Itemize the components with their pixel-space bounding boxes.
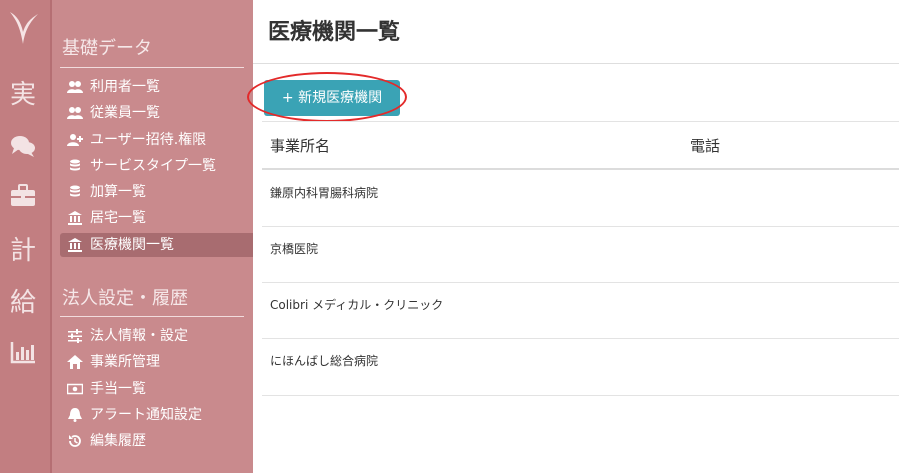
sliders-icon (68, 329, 82, 343)
user-plus-icon (67, 134, 83, 146)
sidebar-item-label: 手当一覧 (90, 381, 146, 397)
bar-chart-icon[interactable] (10, 340, 36, 364)
sidebar-item-kyotaku[interactable]: 居宅一覧 (60, 206, 253, 230)
table-header-border (262, 168, 899, 170)
sidebar-item-label: 加算一覧 (90, 184, 146, 200)
sidebar-item-label: 法人情報・設定 (90, 328, 188, 344)
sidebar-item-label: 事業所管理 (90, 354, 160, 370)
cell-office-name[interactable]: 鎌原内科胃腸科病院 (270, 184, 378, 201)
sidebar-item-user-invite[interactable]: ユーザー招待.権限 (60, 128, 253, 152)
row-divider (262, 395, 899, 396)
sidebar-item-label: 編集履歴 (90, 433, 146, 449)
sidebar-item-medical-institutions[interactable]: 医療機関一覧 (60, 233, 253, 257)
sidebar-item-label: 医療機関一覧 (90, 237, 174, 253)
users-icon (67, 81, 83, 93)
sidebar-item-label: アラート通知設定 (90, 407, 202, 423)
sidebar-item-label: 利用者一覧 (90, 79, 160, 95)
row-divider (262, 282, 899, 283)
section-title-corporate-settings: 法人設定・履歴 (62, 288, 188, 309)
cell-office-name[interactable]: Colibri メディカル・クリニック (270, 296, 443, 313)
logo-icon[interactable] (8, 10, 40, 46)
column-header-phone[interactable]: 電話 (690, 135, 720, 156)
sidebar-item-users[interactable]: 利用者一覧 (60, 75, 253, 99)
section-divider (60, 316, 244, 317)
sidebar: 基礎データ 利用者一覧 従業員一覧 ユーザー招待.権限 サービスタイプ一覧 加算… (52, 0, 253, 473)
row-divider (262, 338, 899, 339)
sidebar-item-edit-history[interactable]: 編集履歴 (60, 429, 253, 453)
section-title-basic-data: 基礎データ (62, 38, 152, 59)
title-divider (253, 63, 899, 64)
rail-item-label: 実 (9, 80, 36, 110)
database-icon (70, 185, 80, 197)
sidebar-item-label: 居宅一覧 (90, 210, 146, 226)
sidebar-item-allowances[interactable]: 手当一覧 (60, 377, 253, 401)
sidebar-item-label: 従業員一覧 (90, 105, 160, 121)
page-title: 医療機関一覧 (268, 20, 401, 45)
sidebar-item-employees[interactable]: 従業員一覧 (60, 101, 253, 125)
sidebar-item-additions[interactable]: 加算一覧 (60, 180, 253, 204)
bell-icon (68, 408, 82, 422)
rail-item-label: 給 (9, 288, 36, 318)
institution-icon (68, 238, 82, 252)
app-rail: 実 計 給 (0, 0, 52, 473)
sidebar-item-alert-settings[interactable]: アラート通知設定 (60, 403, 253, 427)
sidebar-item-label: ユーザー招待.権限 (90, 132, 207, 148)
rail-item-label: 計 (9, 236, 36, 266)
cell-office-name[interactable]: 京橋医院 (270, 240, 318, 257)
users-icon (67, 107, 83, 119)
sidebar-item-service-types[interactable]: サービスタイプ一覧 (60, 154, 253, 178)
money-icon (67, 383, 83, 395)
rail-item-jisseki[interactable]: 実 (0, 80, 46, 110)
table-top-border (262, 121, 899, 122)
sidebar-item-office-management[interactable]: 事業所管理 (60, 350, 253, 374)
row-divider (262, 226, 899, 227)
home-icon (67, 355, 83, 369)
sidebar-item-label: サービスタイプ一覧 (90, 158, 216, 174)
rail-item-kei[interactable]: 計 (0, 236, 46, 266)
rail-item-kyu[interactable]: 給 (0, 288, 46, 318)
cell-office-name[interactable]: にほんばし総合病院 (270, 352, 378, 369)
briefcase-icon[interactable] (10, 184, 36, 208)
section-divider (60, 67, 244, 68)
column-header-office-name[interactable]: 事業所名 (270, 135, 330, 156)
history-icon (69, 435, 81, 447)
chat-bubbles-icon[interactable] (10, 134, 36, 158)
main-content: 医療機関一覧 + 新規医療機関 事業所名 電話 鎌原内科胃腸科病院 京橋医院 C… (247, 0, 899, 473)
database-icon (70, 159, 80, 171)
sidebar-item-corporate-info[interactable]: 法人情報・設定 (60, 324, 253, 348)
add-medical-institution-button[interactable]: + 新規医療機関 (264, 80, 400, 116)
institution-icon (68, 211, 82, 225)
